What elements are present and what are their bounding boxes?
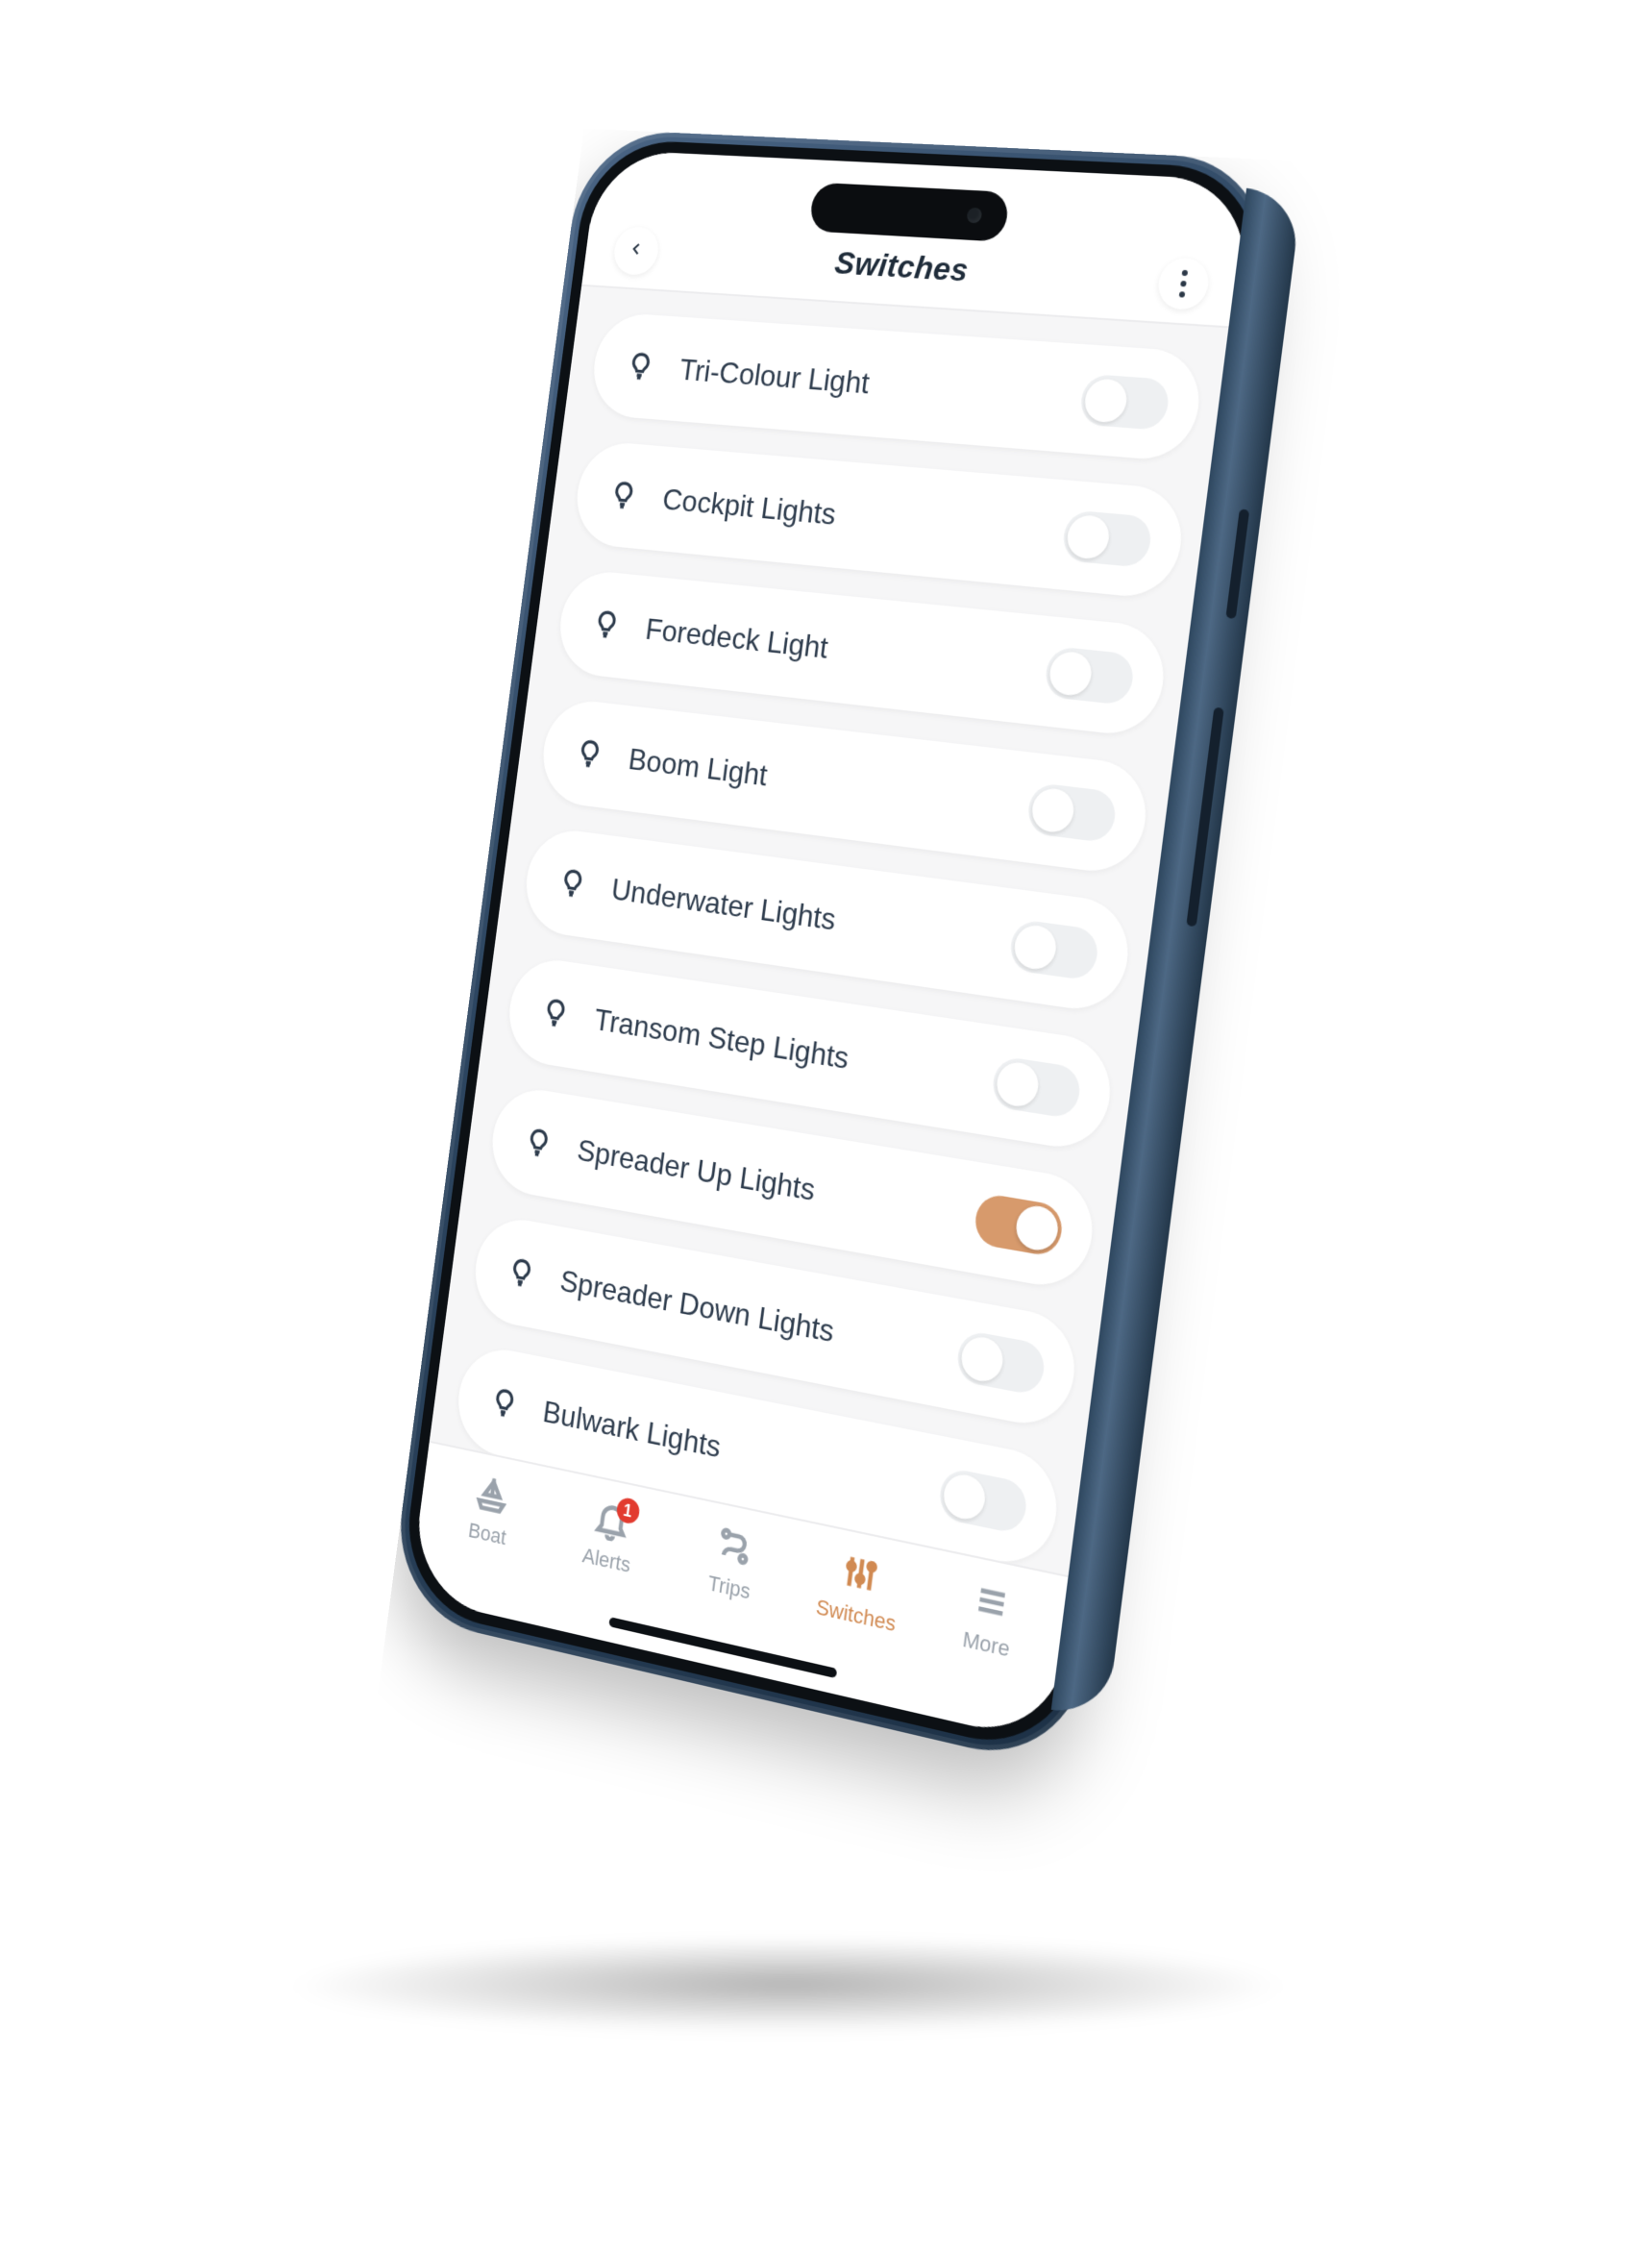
home-indicator [608,1617,837,1678]
switch-label: Boom Light [627,741,1031,826]
switch-toggle[interactable] [990,1055,1082,1120]
switch-label: Tri-Colour Light [678,352,1084,416]
toggle-knob [1014,1202,1061,1252]
nav-item-more[interactable]: More [913,1558,1062,1716]
phone-shadow [277,1939,1297,2033]
page-title: Switches [832,245,970,290]
toggle-knob [995,1060,1041,1109]
more-icon [969,1575,1015,1628]
switch-label: Foredeck Light [644,611,1049,689]
switch-toggle[interactable] [1008,919,1100,981]
switch-label: Spreader Up Lights [576,1132,978,1236]
nav-item-boat[interactable]: Boat [422,1453,555,1600]
kebab-dot-icon [1182,270,1189,276]
nav-label: Boat [467,1518,507,1550]
switch-toggle[interactable] [955,1329,1048,1397]
toggle-knob [1048,650,1094,697]
switch-label: Cockpit Lights [660,482,1066,553]
lightbulb-icon [574,736,606,771]
lightbulb-icon [488,1384,521,1422]
lightbulb-icon [556,865,589,901]
lightbulb-icon [522,1125,555,1161]
nav-label: Trips [706,1571,752,1605]
switch-toggle[interactable] [973,1192,1065,1257]
nav-label: Alerts [581,1543,632,1578]
toggle-knob [1012,923,1058,972]
kebab-dot-icon [1179,291,1186,297]
switch-label: Underwater Lights [609,872,1013,962]
nav-label: Switches [815,1595,898,1638]
switches-icon [839,1548,884,1600]
toggle-knob [959,1334,1005,1385]
switch-toggle[interactable] [937,1467,1029,1535]
lightbulb-icon [505,1254,538,1291]
switch-row: Tri-Colour Light [588,311,1205,462]
switch-row: Cockpit Lights [571,439,1187,600]
lightbulb-icon [539,995,572,1030]
switch-label: Spreader Down Lights [558,1263,961,1374]
toggle-knob [1082,378,1128,424]
boat-icon [472,1470,513,1519]
nav-item-switches[interactable]: Switches [785,1531,930,1686]
chevron-left-icon [628,240,645,262]
switch-label: Transom Step Lights [592,1002,996,1099]
switch-toggle[interactable] [1025,782,1118,844]
kebab-dot-icon [1180,281,1187,286]
nav-item-alerts[interactable]: Alerts1 [539,1478,677,1628]
bottom-nav: Boat Alerts1 Trips Switches More [409,1441,1075,1745]
nav-label: More [961,1626,1011,1663]
lightbulb-icon [590,607,623,642]
switch-toggle[interactable] [1043,646,1135,706]
toggle-knob [941,1472,987,1523]
kebab-menu-button[interactable] [1155,257,1211,310]
toggle-knob [1065,514,1111,560]
phone-mockup: Switches Tri-Colour Light Cockpit Lights… [388,129,1278,1771]
switch-toggle[interactable] [1061,509,1153,568]
lightbulb-icon [624,350,656,384]
lightbulb-icon [607,479,640,512]
trips-icon [712,1522,756,1572]
toggle-knob [1030,786,1076,834]
phone-frame: Switches Tri-Colour Light Cockpit Lights… [388,129,1278,1771]
switch-toggle[interactable] [1078,374,1171,431]
back-button[interactable] [611,226,661,276]
